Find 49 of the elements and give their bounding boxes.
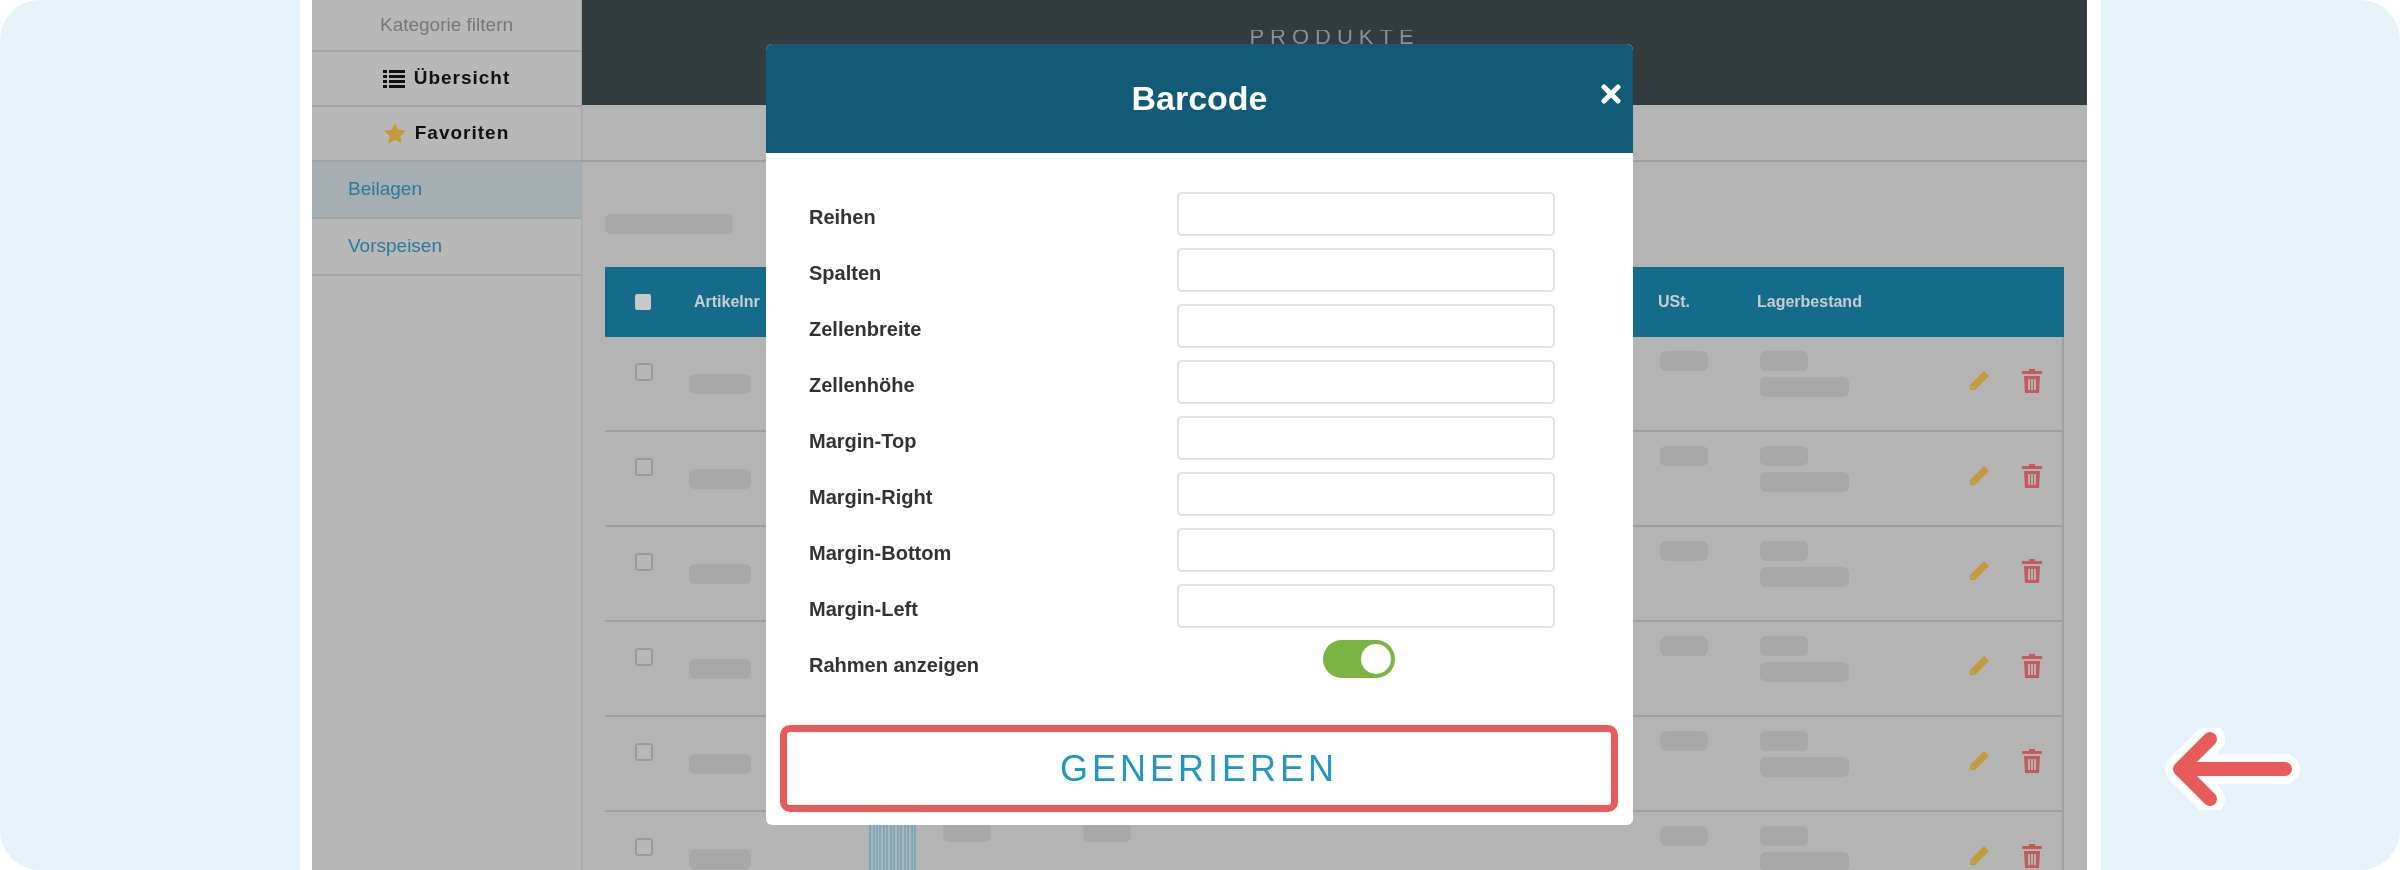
checkbox[interactable] [635, 743, 653, 761]
category-item[interactable]: Beilagen [312, 162, 581, 219]
pencil-icon[interactable] [1967, 464, 1991, 488]
toggle-label: Rahmen anzeigen [809, 653, 981, 678]
column-header: USt. [1658, 292, 1691, 312]
pencil-icon[interactable] [1967, 559, 1991, 583]
pencil-icon[interactable] [1967, 844, 1991, 868]
field-label: Margin-Right [809, 485, 934, 510]
field-label: Margin-Left [809, 597, 919, 622]
toggle-switch[interactable] [1323, 640, 1395, 678]
modal-title: Barcode [1131, 78, 1268, 119]
pencil-icon[interactable] [1967, 654, 1991, 678]
star-icon [383, 123, 406, 144]
trash-icon[interactable] [2022, 844, 2042, 868]
barcode-icon [869, 824, 917, 870]
input-field[interactable] [1177, 584, 1555, 628]
pencil-icon[interactable] [1967, 749, 1991, 773]
checkbox[interactable] [635, 294, 651, 310]
input-field[interactable] [1177, 360, 1555, 404]
trash-icon[interactable] [2022, 464, 2042, 488]
input-field[interactable] [1177, 528, 1555, 572]
input-field[interactable] [1177, 472, 1555, 516]
checkbox[interactable] [635, 648, 653, 666]
trash-icon[interactable] [2022, 559, 2042, 583]
close-icon[interactable] [1601, 84, 1621, 104]
field-label: Reihen [809, 205, 877, 230]
trash-icon[interactable] [2022, 749, 2042, 773]
input-field[interactable] [1177, 248, 1555, 292]
trash-icon[interactable] [2022, 654, 2042, 678]
pencil-icon[interactable] [1967, 369, 1991, 393]
input-field[interactable] [1177, 304, 1555, 348]
generate-button[interactable]: GENERIEREN [780, 725, 1618, 812]
checkbox[interactable] [635, 363, 653, 381]
column-header: Artikelnr [694, 292, 761, 312]
filter-label: Kategorie filtern [379, 12, 514, 37]
input-field[interactable] [1177, 416, 1555, 460]
field-label: Margin-Bottom [809, 541, 953, 566]
trash-icon[interactable] [2022, 369, 2042, 393]
field-label: Zellenbreite [809, 317, 923, 342]
list-icon [382, 69, 405, 88]
checkbox[interactable] [635, 838, 653, 856]
checkbox[interactable] [635, 553, 653, 571]
field-label: Spalten [809, 261, 883, 286]
column-header: Lagerbestand [1757, 292, 1863, 312]
view-tab[interactable]: Übersicht [312, 52, 581, 107]
field-label: Zellenhöhe [809, 373, 916, 398]
checkbox[interactable] [635, 458, 653, 476]
input-field[interactable] [1177, 192, 1555, 236]
field-label: Margin-Top [809, 429, 918, 454]
